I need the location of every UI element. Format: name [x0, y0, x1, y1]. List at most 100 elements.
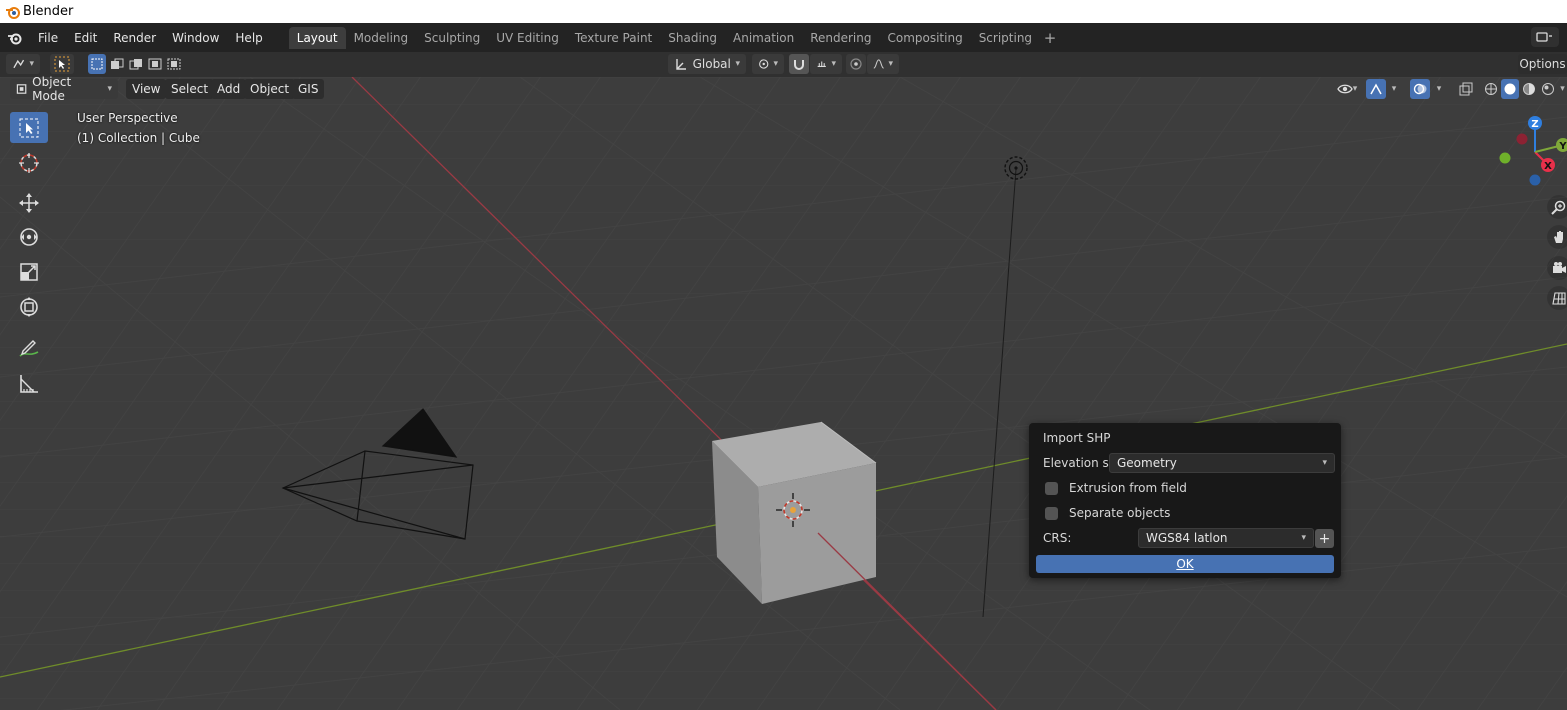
proportional-falloff-dropdown[interactable]: ▾ — [867, 54, 899, 74]
elevation-value: Geometry — [1117, 456, 1177, 470]
crs-label: CRS: — [1043, 531, 1072, 545]
orientation-label: Global — [692, 57, 731, 71]
scene-selector-button[interactable] — [1531, 27, 1559, 47]
tab-scripting[interactable]: Scripting — [971, 27, 1040, 49]
viewport-scene — [0, 77, 1567, 710]
elevation-source-select[interactable]: Geometry ▾ — [1109, 453, 1335, 473]
options-label: Options — [1519, 57, 1566, 71]
gizmo-toggle-icon[interactable] — [1366, 79, 1386, 99]
pan-hand-icon[interactable] — [1547, 225, 1567, 249]
gizmo-x-label: X — [1544, 161, 1552, 172]
gizmo-neg-y — [1499, 152, 1511, 164]
blender-logo-icon[interactable] — [0, 23, 30, 52]
chevron-down-icon: ▾ — [1322, 458, 1327, 468]
scale-tool-icon[interactable] — [10, 256, 48, 287]
measure-tool-icon[interactable] — [10, 368, 48, 399]
visibility-dropdown[interactable]: ▾ — [1332, 79, 1362, 99]
extrusion-checkbox[interactable] — [1045, 481, 1058, 495]
rotate-tool-icon[interactable] — [10, 221, 48, 252]
separate-objects-row[interactable]: Separate objects — [1043, 503, 1333, 523]
tab-modeling[interactable]: Modeling — [346, 27, 417, 49]
window-titlebar: Blender — [0, 0, 1567, 23]
snap-toggle-icon[interactable] — [789, 54, 809, 74]
viewport-header: Object Mode ▾ View Select Add Object GIS… — [0, 75, 1567, 103]
tool-settings-header: ▾ Global ▾ ▾ ▾ ▾ Options — [0, 52, 1567, 77]
crs-select[interactable]: WGS84 latlon ▾ — [1138, 528, 1314, 548]
mode-dropdown[interactable]: Object Mode ▾ — [10, 75, 118, 103]
tab-compositing[interactable]: Compositing — [879, 27, 970, 49]
add-crs-button[interactable]: + — [1315, 529, 1334, 548]
ortho-grid-icon[interactable] — [1547, 286, 1567, 310]
viewport-menu-select[interactable]: Select — [165, 79, 215, 99]
gizmo-dropdown-icon[interactable]: ▾ — [1388, 79, 1400, 99]
menu-window[interactable]: Window — [164, 27, 227, 49]
separate-objects-label: Separate objects — [1069, 506, 1171, 520]
camera-view-icon[interactable] — [1547, 256, 1567, 280]
crs-value: WGS84 latlon — [1146, 531, 1228, 545]
navigation-gizmo[interactable]: Z X Y — [1495, 112, 1567, 192]
select-tool-icon[interactable] — [50, 54, 74, 74]
transform-orientation-dropdown[interactable]: Global ▾ — [668, 54, 746, 74]
gizmo-z-label: Z — [1531, 119, 1538, 130]
viewport-menu-gis[interactable]: GIS — [292, 79, 325, 99]
extrusion-row[interactable]: Extrusion from field — [1043, 478, 1333, 498]
gizmo-neg-x — [1516, 133, 1528, 145]
snap-target-dropdown[interactable]: ▾ — [810, 54, 842, 74]
tab-uv-editing[interactable]: UV Editing — [488, 27, 567, 49]
ok-button[interactable]: OK — [1036, 555, 1334, 573]
cursor-tool-icon[interactable] — [10, 147, 48, 178]
tab-texture-paint[interactable]: Texture Paint — [567, 27, 660, 49]
import-shp-dialog: Import SHP Elevation s.. Geometry ▾ Extr… — [1029, 423, 1341, 578]
pivot-point-dropdown[interactable]: ▾ — [752, 54, 784, 74]
zoom-icon[interactable] — [1547, 195, 1567, 219]
annotate-tool-icon[interactable] — [10, 332, 48, 363]
separate-objects-checkbox[interactable] — [1045, 506, 1058, 520]
add-workspace-button[interactable]: + — [1040, 27, 1060, 49]
select-box-tool-icon[interactable] — [10, 112, 48, 143]
mode-label: Object Mode — [32, 75, 72, 103]
solid-shading-icon[interactable] — [1501, 79, 1519, 99]
select-new-icon[interactable] — [88, 54, 106, 74]
options-button[interactable]: Options — [1518, 54, 1567, 74]
top-bar: File Edit Render Window Help Layout Mode… — [0, 23, 1567, 52]
select-invert-icon[interactable] — [146, 54, 164, 74]
move-tool-icon[interactable] — [10, 187, 48, 218]
overlays-dropdown-icon[interactable]: ▾ — [1433, 79, 1445, 99]
3d-viewport[interactable]: User Perspective (1) Collection | Cube — [0, 77, 1567, 710]
window-title: Blender — [23, 4, 74, 19]
viewport-menu-view[interactable]: View — [126, 79, 167, 99]
tool-mode-dropdown[interactable]: ▾ — [6, 54, 40, 74]
menu-file[interactable]: File — [30, 27, 66, 49]
viewport-menu-object[interactable]: Object — [244, 79, 296, 99]
gizmo-y-label: Y — [1558, 141, 1567, 152]
shading-dropdown-icon[interactable]: ▾ — [1558, 79, 1567, 99]
xray-toggle-icon[interactable] — [1456, 79, 1476, 99]
overlays-toggle-icon[interactable] — [1410, 79, 1430, 99]
chevron-down-icon: ▾ — [1301, 533, 1306, 543]
transform-tool-icon[interactable] — [10, 291, 48, 322]
menu-edit[interactable]: Edit — [66, 27, 105, 49]
pivot-icon — [759, 59, 769, 69]
tab-rendering[interactable]: Rendering — [802, 27, 879, 49]
select-subtract-icon[interactable] — [127, 54, 145, 74]
tab-layout[interactable]: Layout — [288, 26, 346, 49]
viewport-menu-add[interactable]: Add — [211, 79, 247, 99]
elevation-label: Elevation s.. — [1043, 456, 1117, 470]
scene-icon — [1536, 32, 1552, 42]
menu-render[interactable]: Render — [105, 27, 164, 49]
wireframe-shading-icon[interactable] — [1482, 79, 1500, 99]
object-mode-icon — [16, 84, 27, 94]
view-perspective-label: User Perspective — [77, 111, 178, 125]
material-shading-icon[interactable] — [1520, 79, 1538, 99]
tab-sculpting[interactable]: Sculpting — [416, 27, 488, 49]
eye-icon — [1336, 84, 1353, 94]
tab-animation[interactable]: Animation — [725, 27, 802, 49]
menu-help[interactable]: Help — [227, 27, 270, 49]
proportional-edit-icon[interactable] — [846, 54, 866, 74]
dialog-title: Import SHP — [1043, 431, 1111, 445]
rendered-shading-icon[interactable] — [1539, 79, 1557, 99]
extrusion-label: Extrusion from field — [1069, 481, 1187, 495]
tab-shading[interactable]: Shading — [660, 27, 725, 49]
select-extend-icon[interactable] — [108, 54, 126, 74]
select-intersect-icon[interactable] — [165, 54, 183, 74]
